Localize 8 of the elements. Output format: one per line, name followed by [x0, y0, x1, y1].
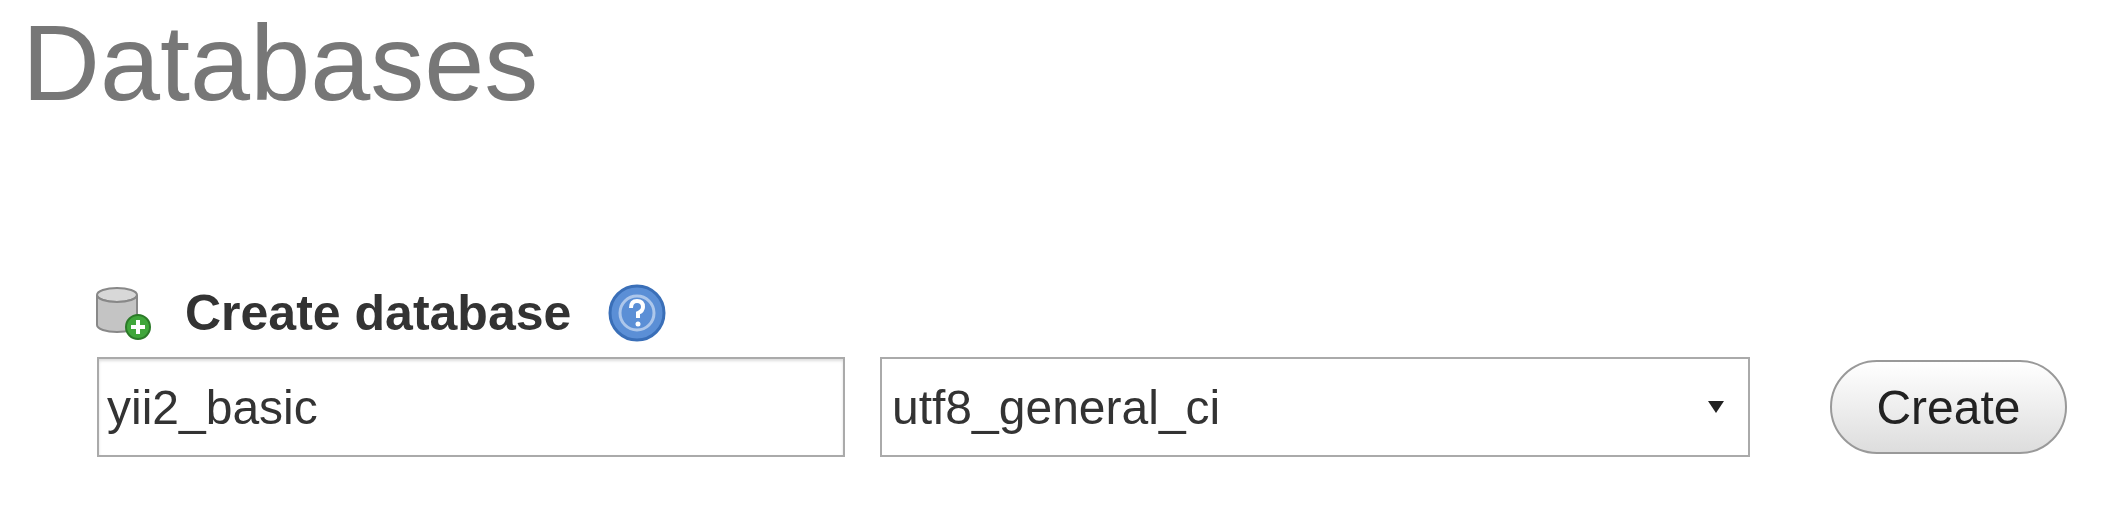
section-heading: Create database — [185, 284, 572, 342]
create-button[interactable]: Create — [1830, 360, 2067, 454]
database-add-icon — [93, 285, 153, 341]
page-title: Databases — [22, 1, 540, 125]
database-name-field[interactable]: yii2_basic — [97, 357, 845, 457]
dropdown-arrow-icon — [1706, 399, 1726, 415]
help-icon[interactable] — [607, 283, 668, 343]
collation-select[interactable]: utf8_general_ci — [880, 357, 1750, 457]
